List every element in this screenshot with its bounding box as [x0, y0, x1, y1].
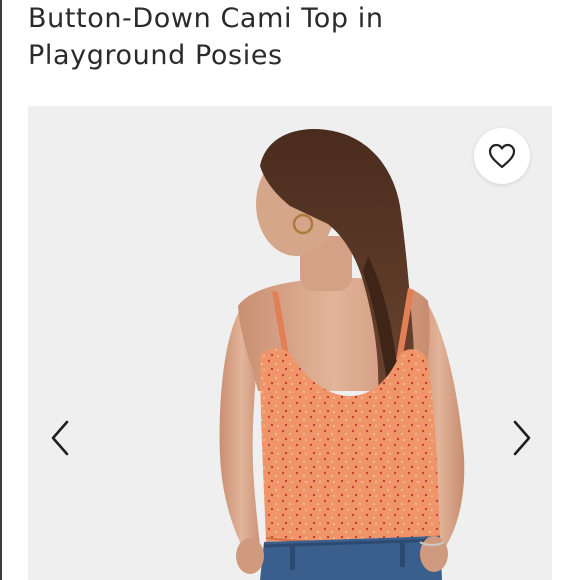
chevron-right-icon	[513, 420, 531, 456]
favorite-button[interactable]	[474, 128, 530, 184]
previous-image-button[interactable]	[42, 416, 78, 460]
product-title-line-1: Button-Down Cami Top in	[28, 3, 384, 34]
chevron-left-icon	[51, 420, 69, 456]
product-title-line-2: Playground Posies	[28, 40, 283, 71]
product-image-gallery[interactable]	[28, 106, 552, 580]
next-image-button[interactable]	[504, 416, 540, 460]
heart-outline-icon	[488, 143, 516, 169]
window-edge	[0, 0, 2, 580]
product-title: Button-Down Cami Top in Playground Posie…	[28, 0, 548, 74]
product-page: Button-Down Cami Top in Playground Posie…	[0, 0, 580, 580]
product-photo	[28, 106, 552, 580]
